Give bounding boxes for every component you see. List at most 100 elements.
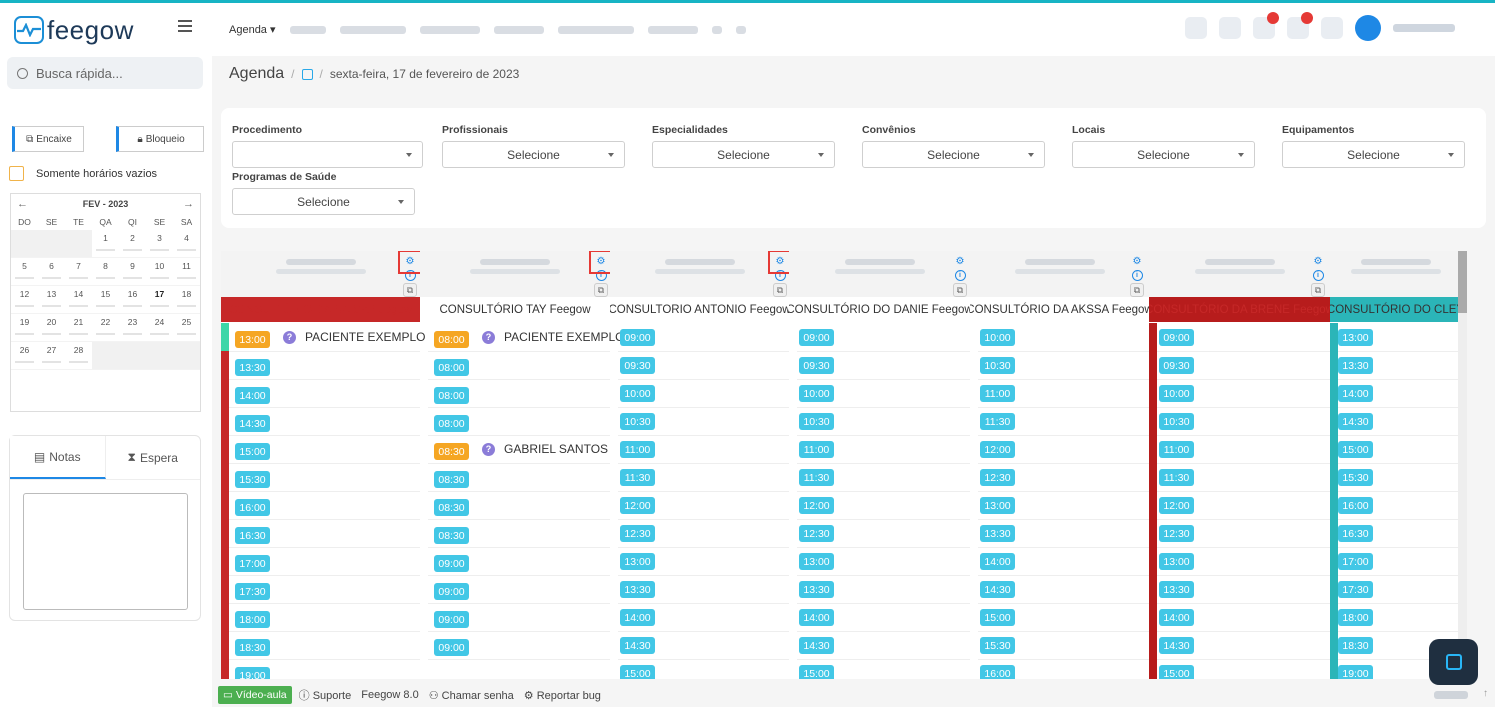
external-link-icon[interactable]: ⧉ bbox=[594, 283, 608, 297]
time-slot[interactable]: 08:00 bbox=[434, 415, 469, 432]
time-slot[interactable]: 14:30 bbox=[980, 581, 1015, 598]
programas-select[interactable]: Selecione bbox=[232, 188, 415, 215]
time-slot[interactable]: 13:30 bbox=[620, 581, 655, 598]
booked-slot[interactable]: 13:00 bbox=[235, 331, 270, 348]
time-slot[interactable]: 18:30 bbox=[235, 639, 270, 656]
time-slot[interactable]: 09:30 bbox=[799, 357, 834, 374]
time-slot[interactable]: 09:00 bbox=[434, 583, 469, 600]
calendar-day[interactable]: 3 bbox=[146, 230, 173, 258]
time-slot[interactable]: 13:00 bbox=[620, 553, 655, 570]
somente-horarios-row[interactable]: Somente horários vazios bbox=[9, 166, 157, 181]
time-slot[interactable]: 16:30 bbox=[1338, 525, 1373, 542]
time-slot[interactable]: 11:00 bbox=[799, 441, 834, 458]
calendar-day[interactable]: 28 bbox=[65, 342, 92, 370]
calendar-day[interactable]: 15 bbox=[92, 286, 119, 314]
tab-espera[interactable]: ⧗ Espera bbox=[106, 436, 201, 479]
calendar-day[interactable]: 23 bbox=[119, 314, 146, 342]
search-input[interactable]: Busca rápida... bbox=[7, 57, 203, 89]
menu-toggle-icon[interactable] bbox=[178, 20, 192, 32]
external-link-icon[interactable]: ⧉ bbox=[1130, 283, 1144, 297]
time-slot[interactable]: 14:30 bbox=[235, 415, 270, 432]
time-slot[interactable]: 09:30 bbox=[1159, 357, 1194, 374]
time-slot[interactable]: 09:00 bbox=[434, 639, 469, 656]
time-slot[interactable]: 13:30 bbox=[1159, 581, 1194, 598]
time-slot[interactable]: 11:30 bbox=[980, 413, 1015, 430]
time-slot[interactable]: 12:30 bbox=[799, 525, 834, 542]
arrow-up-icon[interactable]: ↑ bbox=[1483, 688, 1488, 699]
time-slot[interactable]: 10:00 bbox=[620, 385, 655, 402]
chat-icon[interactable] bbox=[1219, 17, 1241, 39]
nav-item-blurred[interactable] bbox=[735, 26, 746, 34]
time-slot[interactable]: 15:00 bbox=[799, 665, 834, 679]
time-slot[interactable]: 12:00 bbox=[1159, 497, 1194, 514]
time-slot[interactable]: 10:00 bbox=[1159, 385, 1194, 402]
calendar-day[interactable]: 25 bbox=[173, 314, 200, 342]
professional-header[interactable] bbox=[221, 251, 420, 297]
procedimento-select[interactable] bbox=[232, 141, 423, 168]
chamar-senha-button[interactable]: ⚇ Chamar senha bbox=[426, 689, 517, 702]
calendar-day[interactable]: 16 bbox=[119, 286, 146, 314]
time-slot[interactable]: 14:00 bbox=[620, 609, 655, 626]
avatar[interactable] bbox=[1355, 15, 1381, 41]
patient-entry[interactable]: ? PACIENTE EXEMPLO bbox=[283, 330, 425, 344]
time-slot[interactable]: 11:30 bbox=[1159, 469, 1194, 486]
calendar-day[interactable]: 20 bbox=[38, 314, 65, 342]
time-slot[interactable]: 14:00 bbox=[980, 553, 1015, 570]
time-slot[interactable]: 11:00 bbox=[980, 385, 1015, 402]
calendar-day[interactable]: 17 bbox=[146, 286, 173, 314]
time-slot[interactable]: 19:00 bbox=[1338, 665, 1373, 679]
profissionais-select[interactable]: Selecione bbox=[442, 141, 625, 168]
external-link-icon[interactable]: ⧉ bbox=[403, 283, 417, 297]
info-icon[interactable]: i bbox=[954, 270, 966, 281]
calendar-day[interactable]: 18 bbox=[173, 286, 200, 314]
professional-header[interactable] bbox=[1330, 251, 1461, 297]
bell-icon[interactable] bbox=[1253, 12, 1279, 39]
calendar-prev-icon[interactable]: ← bbox=[17, 198, 28, 210]
user-name-blurred[interactable] bbox=[1393, 24, 1455, 32]
info-icon[interactable]: i bbox=[1312, 270, 1324, 281]
calendar-next-icon[interactable]: → bbox=[183, 198, 194, 210]
time-slot[interactable]: 17:00 bbox=[1338, 553, 1373, 570]
time-slot[interactable]: 10:30 bbox=[1159, 413, 1194, 430]
somente-horarios-checkbox[interactable] bbox=[9, 166, 24, 181]
calendar-day[interactable]: 1 bbox=[92, 230, 119, 258]
time-slot[interactable]: 09:30 bbox=[620, 357, 655, 374]
professional-header[interactable] bbox=[789, 251, 970, 297]
time-slot[interactable]: 14:30 bbox=[1159, 637, 1194, 654]
time-slot[interactable]: 14:30 bbox=[620, 637, 655, 654]
schedule-scrollbar[interactable] bbox=[1458, 251, 1467, 679]
time-slot[interactable]: 13:30 bbox=[235, 359, 270, 376]
pencil-icon[interactable] bbox=[1185, 17, 1207, 39]
time-slot[interactable]: 13:30 bbox=[799, 581, 834, 598]
time-slot[interactable]: 15:30 bbox=[980, 637, 1015, 654]
external-link-icon[interactable]: ⧉ bbox=[773, 283, 787, 297]
time-slot[interactable]: 13:00 bbox=[980, 497, 1015, 514]
time-slot[interactable]: 10:00 bbox=[980, 329, 1015, 346]
calendar-day[interactable]: 24 bbox=[146, 314, 173, 342]
gear-icon[interactable]: ⚙ bbox=[1311, 254, 1325, 268]
calendar-day[interactable]: 19 bbox=[11, 314, 38, 342]
time-slot[interactable]: 18:00 bbox=[235, 611, 270, 628]
time-slot[interactable]: 10:30 bbox=[980, 357, 1015, 374]
time-slot[interactable]: 16:30 bbox=[235, 527, 270, 544]
feegow-logo[interactable]: feegow bbox=[14, 15, 134, 45]
calendar-day[interactable]: 13 bbox=[38, 286, 65, 314]
time-slot[interactable]: 14:00 bbox=[235, 387, 270, 404]
time-slot[interactable]: 15:00 bbox=[980, 609, 1015, 626]
time-slot[interactable]: 09:00 bbox=[434, 611, 469, 628]
external-link-icon[interactable]: ⧉ bbox=[953, 283, 967, 297]
time-slot[interactable]: 09:00 bbox=[620, 329, 655, 346]
time-slot[interactable]: 11:00 bbox=[620, 441, 655, 458]
nav-agenda[interactable]: Agenda ▾ bbox=[229, 23, 276, 36]
calendar-day[interactable]: 7 bbox=[65, 258, 92, 286]
calendar-day[interactable]: 14 bbox=[65, 286, 92, 314]
time-slot[interactable]: 14:30 bbox=[799, 637, 834, 654]
time-slot[interactable]: 16:00 bbox=[980, 665, 1015, 679]
time-slot[interactable]: 08:00 bbox=[434, 387, 469, 404]
time-slot[interactable]: 16:00 bbox=[1338, 497, 1373, 514]
time-slot[interactable]: 08:30 bbox=[434, 527, 469, 544]
time-slot[interactable]: 18:00 bbox=[1338, 609, 1373, 626]
time-slot[interactable]: 13:00 bbox=[799, 553, 834, 570]
calendar-day[interactable]: 21 bbox=[65, 314, 92, 342]
patient-entry[interactable]: ? GABRIEL SANTOS bbox=[482, 442, 608, 456]
